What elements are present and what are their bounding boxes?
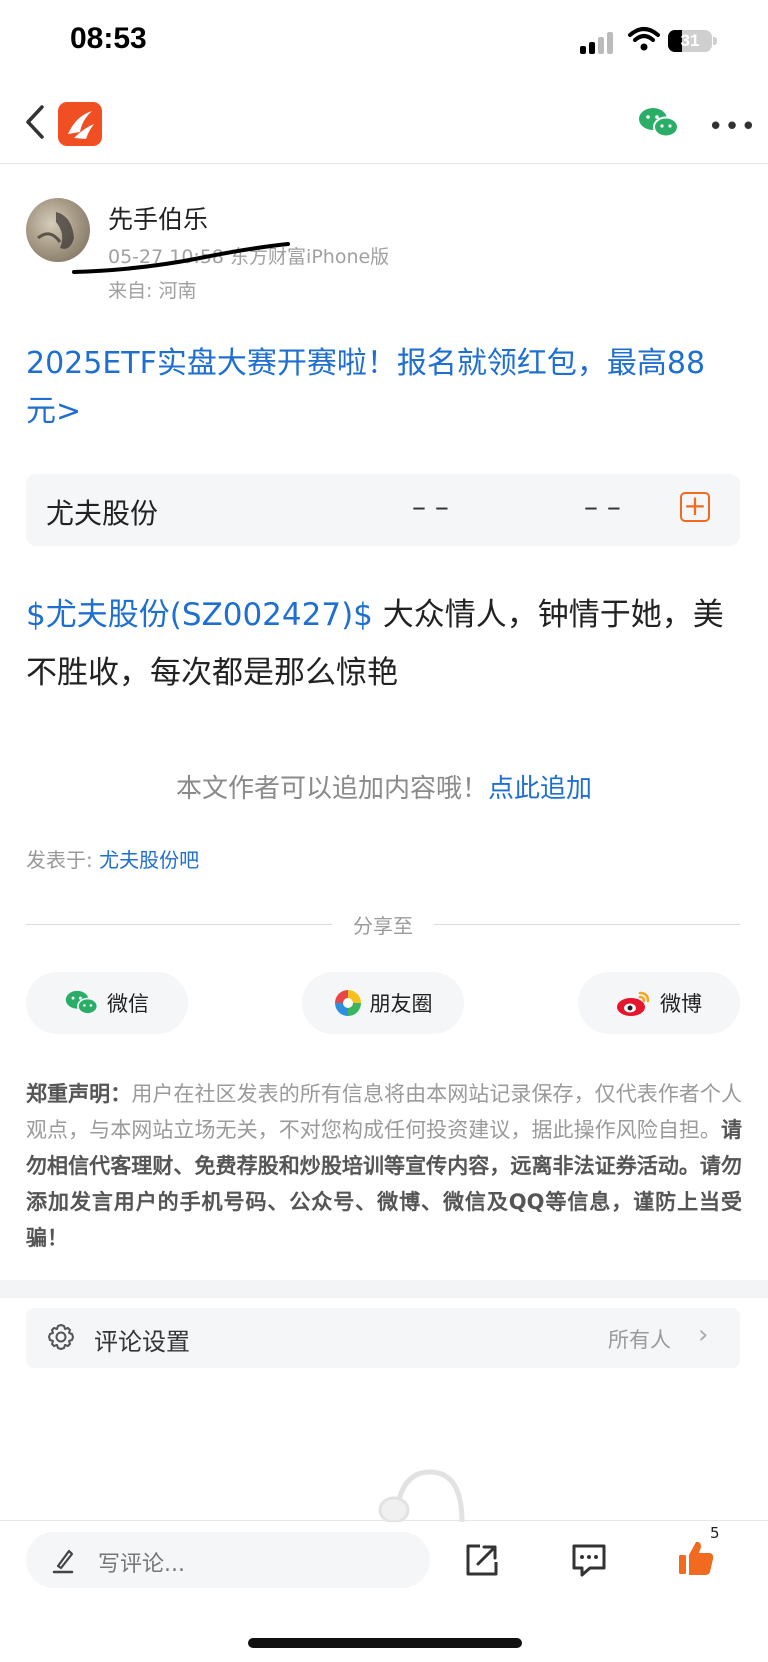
share-weibo-button[interactable]: 微博 xyxy=(578,972,740,1034)
thumbs-up-icon[interactable] xyxy=(676,1538,716,1578)
comment-settings-value: 所有人 xyxy=(608,1328,671,1352)
share-icon[interactable] xyxy=(464,1542,500,1578)
chevron-right-icon: › xyxy=(698,1320,709,1350)
comment-icon[interactable] xyxy=(570,1542,608,1578)
more-dots-icon[interactable]: ••• xyxy=(708,112,757,142)
battery-level: 31 xyxy=(680,31,700,50)
comment-placeholder: 写评论... xyxy=(98,1552,185,1577)
share-wechat-label: 微信 xyxy=(107,992,149,1016)
wechat-icon[interactable] xyxy=(638,106,680,140)
nav-divider xyxy=(0,163,768,164)
bottom-bar-divider xyxy=(0,1520,768,1521)
share-moments-label: 朋友圈 xyxy=(369,992,433,1016)
like-count: 5 xyxy=(710,1524,720,1542)
add-content-prompt: 本文作者可以追加内容哦！点此追加 xyxy=(0,768,768,805)
comment-settings-row[interactable]: 评论设置 所有人 › xyxy=(26,1308,740,1368)
share-wechat-button[interactable]: 微信 xyxy=(26,972,188,1034)
battery-icon: 31 xyxy=(668,30,712,52)
add-content-link[interactable]: 点此追加 xyxy=(488,774,592,804)
gear-icon xyxy=(48,1324,74,1350)
eastmoney-logo-icon[interactable] xyxy=(58,102,102,146)
cellular-signal-icon xyxy=(580,30,616,54)
promo-link[interactable]: 2025ETF实盘大赛开赛啦！报名就领红包，最高88元> xyxy=(26,340,726,436)
home-indicator xyxy=(248,1638,522,1648)
empty-comments-illustration xyxy=(378,1469,465,1522)
wechat-icon xyxy=(65,990,99,1015)
disclaimer: 郑重声明：用户在社区发表的所有信息将由本网站记录保存，仅代表作者个人观点，与本网… xyxy=(26,1076,742,1256)
share-divider-left xyxy=(26,924,332,925)
comment-input[interactable]: 写评论... xyxy=(26,1532,430,1588)
status-time: 08:53 xyxy=(70,22,147,55)
share-divider-right xyxy=(434,924,740,925)
stock-name: 尤夫股份 xyxy=(46,497,159,530)
stock-change: – – xyxy=(584,490,621,523)
weibo-icon xyxy=(617,991,650,1016)
posted-in-label: 发表于: xyxy=(26,848,100,872)
redaction-scribble xyxy=(72,242,290,274)
forum-link[interactable]: 尤夫股份吧 xyxy=(99,848,199,872)
moments-icon xyxy=(334,990,361,1016)
author-name[interactable]: 先手伯乐 xyxy=(108,200,208,236)
battery-tip xyxy=(713,37,717,45)
post-location: 来自: 河南 xyxy=(108,280,197,302)
wifi-icon xyxy=(628,27,660,51)
disclaimer-text: 用户在社区发表的所有信息将由本网站记录保存，仅代表作者个人观点，与本网站立场无关… xyxy=(26,1082,743,1142)
section-divider xyxy=(0,1280,768,1298)
add-content-text: 本文作者可以追加内容哦！ xyxy=(175,774,488,804)
chevron-left-icon[interactable] xyxy=(24,104,46,140)
stock-card[interactable]: 尤夫股份 – – – – + xyxy=(26,474,740,546)
share-moments-button[interactable]: 朋友圈 xyxy=(302,972,464,1034)
share-title: 分享至 xyxy=(353,914,413,938)
share-weibo-label: 微博 xyxy=(660,992,702,1016)
disclaimer-title: 郑重声明： xyxy=(26,1082,132,1106)
stock-tag-link[interactable]: $尤夫股份(SZ002427)$ xyxy=(26,597,373,633)
posted-in: 发表于: 尤夫股份吧 xyxy=(26,844,199,873)
pencil-icon xyxy=(52,1549,74,1574)
post-body: $尤夫股份(SZ002427)$ 大众情人，钟情于她，美不胜收，每次都是那么惊艳 xyxy=(26,586,742,702)
comment-settings-label: 评论设置 xyxy=(94,1328,190,1356)
add-watchlist-icon[interactable]: + xyxy=(680,492,710,522)
stock-price: – – xyxy=(412,490,449,523)
